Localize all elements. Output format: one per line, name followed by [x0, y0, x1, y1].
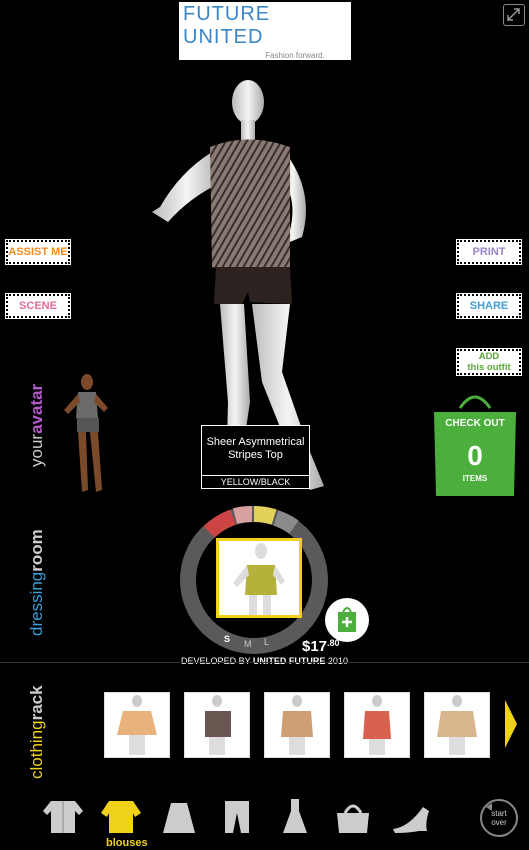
size-m: M — [244, 639, 252, 649]
shopping-bag-icon — [338, 607, 356, 632]
rack-item[interactable] — [344, 692, 410, 758]
logo-title: FUTURE UNITED — [183, 2, 271, 48]
logo: FUTURE UNITED Fashion forward. — [179, 2, 351, 60]
selected-category-label: blouses — [106, 837, 148, 849]
add-outfit-line2: this outfit — [467, 362, 511, 373]
rack-item[interactable] — [424, 692, 490, 758]
dressing-room-prefix: dressing — [27, 571, 46, 636]
checkout-count: 0 — [467, 440, 483, 471]
developed-year: 2010 — [325, 656, 348, 666]
add-to-bag-button[interactable] — [325, 598, 369, 642]
clothing-rack-prefix: clothing — [27, 720, 46, 779]
divider — [0, 662, 529, 663]
start-over-line1: start — [491, 809, 507, 818]
size-l: L — [264, 637, 269, 647]
rack-item[interactable] — [264, 692, 330, 758]
clothing-rack-suffix: rack — [27, 685, 46, 721]
avatar-image[interactable] — [58, 372, 114, 494]
clothing-rack-label[interactable]: clothingrack — [27, 685, 47, 779]
developed-prefix: DEVELOPED BY — [181, 656, 253, 666]
add-outfit-line1: ADD — [478, 351, 500, 362]
developed-brand: UNITED FUTURE — [252, 656, 326, 666]
developed-by: DEVELOPED BY UNITED FUTURE 2010 — [0, 656, 529, 666]
rack-item[interactable] — [104, 692, 170, 758]
expand-icon[interactable] — [503, 4, 525, 26]
price-main: $17 — [302, 638, 328, 655]
product-tooltip: Sheer Asymmetrical Stripes Top YELLOW/BL… — [201, 425, 310, 489]
skirt-icon[interactable] — [156, 796, 201, 836]
product-name: Sheer Asymmetrical Stripes Top — [206, 436, 305, 461]
checkout-items-label: ITEMS — [462, 474, 488, 483]
product-price: $17.80 — [302, 638, 340, 655]
size-s: S — [224, 634, 230, 644]
add-outfit-button[interactable]: ADD this outfit — [456, 348, 522, 376]
rack-item[interactable] — [184, 692, 250, 758]
price-cents: .80 — [327, 638, 340, 648]
bag-icon[interactable] — [330, 796, 375, 836]
dressing-room-suffix: room — [27, 529, 46, 572]
dressing-room-label[interactable]: dressingroom — [27, 529, 47, 636]
your-avatar-prefix: your — [27, 433, 46, 467]
print-button[interactable]: PRINT — [456, 239, 522, 265]
shoe-icon[interactable] — [388, 796, 433, 836]
dress-icon[interactable] — [272, 796, 317, 836]
logo-tagline: Fashion forward. — [265, 50, 325, 60]
your-avatar-label[interactable]: youravatar — [27, 384, 47, 467]
category-bar — [40, 796, 433, 836]
start-over-button[interactable]: start over — [478, 797, 520, 839]
product-color: YELLOW/BLACK — [202, 475, 309, 489]
checkout-button[interactable]: CHECK OUT 0 ITEMS — [430, 390, 520, 500]
assist-me-button[interactable]: ASSIST ME — [5, 239, 71, 265]
pants-icon[interactable] — [214, 796, 259, 836]
start-over-label: start over — [478, 809, 520, 827]
start-over-line2: over — [491, 818, 507, 827]
scene-button[interactable]: SCENE — [5, 293, 71, 319]
selected-product-preview[interactable] — [216, 538, 302, 618]
your-avatar-suffix: avatar — [27, 383, 46, 434]
share-button[interactable]: SHARE — [456, 293, 522, 319]
blouse-icon[interactable] — [98, 796, 143, 836]
jacket-icon[interactable] — [40, 796, 85, 836]
rack-next-arrow[interactable] — [505, 700, 517, 748]
checkout-label: CHECK OUT — [445, 418, 505, 429]
clothing-rack — [104, 692, 490, 758]
